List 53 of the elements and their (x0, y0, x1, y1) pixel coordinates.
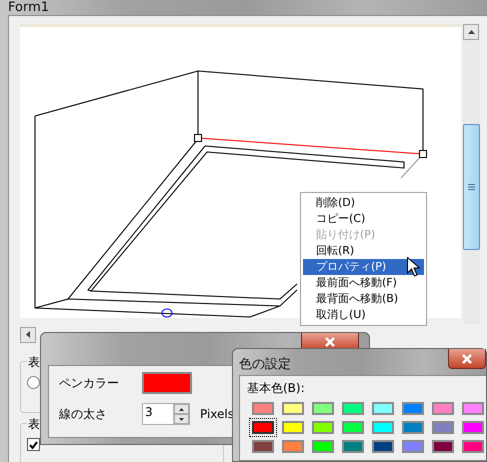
basic-colors-label: 基本色(B): (247, 381, 305, 395)
window-title: Form1 (8, 0, 50, 15)
menu-item[interactable]: 最前面へ移動(F) (303, 275, 424, 291)
color-swatch-button[interactable] (142, 372, 192, 394)
unit-label: Pixels (200, 407, 234, 421)
color-swatch[interactable] (282, 440, 304, 453)
menu-item[interactable]: プロパティ(P) (303, 259, 424, 275)
menu-item[interactable]: 削除(D) (303, 195, 424, 211)
color-swatch[interactable] (402, 421, 424, 434)
color-swatch[interactable] (282, 421, 304, 434)
color-swatch[interactable] (372, 402, 394, 415)
grip-icon (468, 184, 475, 190)
scroll-up-button[interactable] (463, 24, 479, 40)
up-arrow-icon (468, 30, 474, 34)
menu-item[interactable]: 取消し(U) (303, 307, 424, 323)
dialog-title: 色の設定 (239, 356, 291, 373)
scrollbar-thumb[interactable] (463, 124, 480, 250)
close-button[interactable] (448, 349, 486, 369)
close-icon (461, 354, 473, 364)
color-swatch[interactable] (252, 402, 274, 415)
color-swatch[interactable] (462, 402, 484, 415)
color-swatch[interactable] (282, 402, 304, 415)
color-swatch[interactable] (462, 421, 484, 434)
color-swatch[interactable] (432, 402, 454, 415)
color-swatch[interactable] (342, 440, 364, 453)
color-swatch[interactable] (432, 440, 454, 453)
color-swatch[interactable] (402, 440, 424, 453)
color-swatch[interactable] (312, 402, 334, 415)
close-icon (324, 337, 336, 347)
scroll-left-button[interactable] (20, 326, 36, 342)
color-swatch[interactable] (312, 421, 334, 434)
menu-item[interactable]: 最背面へ移動(B) (303, 291, 424, 307)
color-swatch[interactable] (462, 440, 484, 453)
color-swatch[interactable] (312, 440, 334, 453)
color-swatch[interactable] (372, 421, 394, 434)
color-swatch[interactable] (252, 440, 274, 453)
checkbox[interactable] (27, 438, 40, 451)
up-arrow-icon (179, 408, 184, 410)
radio-button[interactable] (27, 376, 40, 389)
field-label: 線の太さ (59, 406, 108, 422)
cursor-icon (407, 257, 420, 277)
left-arrow-icon (26, 331, 30, 338)
color-swatch[interactable] (402, 402, 424, 415)
color-swatch[interactable] (372, 440, 394, 453)
line-width-spinner[interactable]: 3 (142, 403, 190, 425)
color-swatch[interactable] (252, 421, 274, 434)
menu-item[interactable]: 回転(R) (303, 243, 424, 259)
field-label: ペンカラー (59, 374, 120, 392)
color-swatch[interactable] (432, 421, 454, 434)
down-arrow-icon (179, 418, 184, 420)
menu-item[interactable]: コピー(C) (303, 211, 424, 227)
color-swatch[interactable] (342, 421, 364, 434)
color-swatch[interactable] (342, 402, 364, 415)
